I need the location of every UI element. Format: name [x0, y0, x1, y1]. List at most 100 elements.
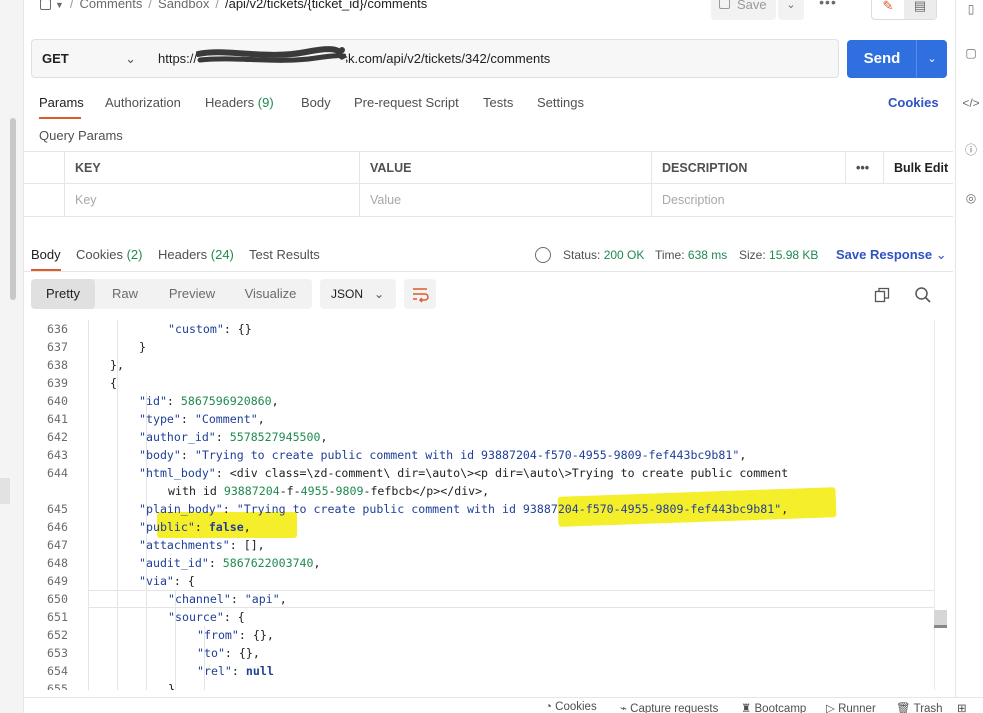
- save-response-button[interactable]: Save Response ⌄: [836, 247, 947, 263]
- breadcrumb-collection[interactable]: Comments: [80, 0, 143, 11]
- chevron-down-icon: ⌄: [373, 287, 384, 301]
- column-options-button[interactable]: •••: [846, 152, 884, 184]
- response-tab-cookies-count: (2): [126, 247, 143, 262]
- code-text: "via": {: [139, 574, 195, 588]
- comment-icon[interactable]: ▤: [904, 0, 936, 19]
- wrap-lines-icon: [413, 288, 429, 303]
- time-value: 638 ms: [687, 248, 728, 262]
- code-line: with id 93887204-f-4955-9809-fefbcb</p><…: [24, 482, 934, 500]
- line-number: 641: [47, 412, 68, 426]
- code-icon[interactable]: </>: [962, 94, 980, 112]
- value-input[interactable]: Value: [360, 184, 652, 216]
- line-number: 640: [47, 394, 68, 408]
- breadcrumb-folder[interactable]: Sandbox: [158, 0, 209, 11]
- chevron-down-icon[interactable]: ▼: [55, 0, 64, 10]
- size-label: Size:: [739, 248, 766, 262]
- query-params-table: KEY VALUE DESCRIPTION ••• Bulk Edit Key …: [24, 151, 953, 217]
- code-text: {: [110, 376, 117, 390]
- chevron-down-icon: ⌄: [935, 247, 947, 262]
- code-text: }: [168, 682, 175, 690]
- line-number: 651: [47, 610, 68, 624]
- tab-body[interactable]: Body: [301, 95, 331, 110]
- view-pretty[interactable]: Pretty: [31, 279, 95, 309]
- send-button[interactable]: Send: [847, 40, 917, 78]
- statusbar-trash[interactable]: 🗑 Trash: [896, 701, 943, 713]
- editor-scrollbar-thumb[interactable]: [934, 610, 947, 628]
- status-value: 200 OK: [603, 248, 645, 262]
- statusbar-capture[interactable]: ⌁ Capture requests: [620, 701, 718, 713]
- tab-headers-count: (9): [257, 95, 274, 110]
- tab-authorization[interactable]: Authorization: [105, 95, 181, 110]
- breadcrumb-request[interactable]: /api/v2/tickets/{ticket_id}/comments: [225, 0, 427, 11]
- statusbar-cookies[interactable]: ◔ Cookies: [545, 701, 597, 713]
- save-options-button[interactable]: ⌄: [778, 0, 804, 20]
- table-row: Key Value Description: [24, 184, 953, 216]
- code-line: 647 "attachments": [],: [24, 536, 934, 554]
- tab-tests[interactable]: Tests: [483, 95, 513, 110]
- code-line: 640 "id": 5867596920860,: [24, 392, 934, 410]
- response-tab-cookies-label: Cookies: [76, 247, 123, 262]
- response-body-editor[interactable]: 636 "custom": {} 637} 638}, 639{640 "id": 586…: [24, 320, 946, 690]
- wrap-lines-button[interactable]: [404, 279, 436, 309]
- code-text: "author_id": 5578527945500,: [139, 430, 328, 444]
- line-number: 638: [47, 358, 68, 372]
- code-line: 654 "rel": null: [24, 662, 934, 680]
- line-number: 642: [47, 430, 68, 444]
- code-line: 637}: [24, 338, 934, 356]
- code-line: 636 "custom": {}: [24, 320, 934, 338]
- cookies-link[interactable]: Cookies: [888, 95, 939, 110]
- copy-icon[interactable]: [874, 287, 890, 303]
- view-mode-segmented: Pretty Raw Preview Visualize: [31, 279, 312, 309]
- code-text: "public": false,: [139, 520, 251, 534]
- left-scrollbar[interactable]: [10, 118, 16, 300]
- view-raw[interactable]: Raw: [95, 279, 155, 309]
- search-icon[interactable]: [914, 286, 932, 304]
- statusbar-runner[interactable]: ▷ Runner: [826, 701, 876, 713]
- response-tab-headers[interactable]: Headers (24): [158, 247, 234, 262]
- format-select[interactable]: JSON ⌄: [320, 279, 396, 309]
- more-actions-button[interactable]: •••: [816, 0, 840, 14]
- response-tab-headers-label: Headers: [158, 247, 208, 262]
- column-key: KEY: [65, 152, 360, 184]
- line-number: 654: [47, 664, 68, 678]
- globe-icon[interactable]: [535, 247, 551, 263]
- statusbar-cookies-label: Cookies: [555, 701, 597, 713]
- tab-headers[interactable]: Headers (9): [205, 95, 274, 110]
- left-gutter: [0, 0, 24, 713]
- lightbulb-icon[interactable]: ◎: [962, 189, 980, 207]
- description-input[interactable]: Description: [652, 184, 953, 216]
- response-tab-body[interactable]: Body: [31, 247, 61, 262]
- view-preview[interactable]: Preview: [155, 279, 229, 309]
- line-number: 636: [47, 322, 68, 336]
- statusbar-bootcamp-label: Bootcamp: [754, 703, 807, 713]
- column-description: DESCRIPTION: [652, 152, 846, 184]
- layout-icon[interactable]: ⊞: [957, 701, 967, 713]
- pencil-icon[interactable]: ✎: [872, 0, 904, 19]
- save-button[interactable]: Save: [711, 0, 776, 20]
- response-time: Time: 638 ms: [655, 248, 727, 262]
- code-line: 638},: [24, 356, 934, 374]
- comments-icon[interactable]: ▢: [962, 44, 980, 62]
- view-visualize[interactable]: Visualize: [229, 279, 312, 309]
- code-line: 643 "body": "Trying to create public comm…: [24, 446, 934, 464]
- documentation-icon[interactable]: ▯: [962, 0, 980, 18]
- code-text: "to": {},: [197, 646, 260, 660]
- info-icon[interactable]: ⓘ: [962, 141, 980, 159]
- response-tab-test-results[interactable]: Test Results: [249, 247, 320, 262]
- tab-params[interactable]: Params: [39, 95, 84, 110]
- response-tab-cookies[interactable]: Cookies (2): [76, 247, 142, 262]
- method-select[interactable]: GET ⌄: [31, 39, 147, 78]
- key-input[interactable]: Key: [65, 184, 360, 216]
- send-options-button[interactable]: ⌄: [916, 40, 947, 78]
- line-number: 649: [47, 574, 68, 588]
- code-text: "body": "Trying to create public comment…: [139, 448, 747, 462]
- tab-prerequest-script[interactable]: Pre-request Script: [354, 95, 459, 110]
- size-value: 15.98 KB: [769, 248, 819, 262]
- breadcrumb: ▼ / Comments / Sandbox //api/v2/tickets/{tick…: [40, 0, 427, 16]
- time-label: Time:: [655, 248, 685, 262]
- tab-settings[interactable]: Settings: [537, 95, 584, 110]
- statusbar-bootcamp[interactable]: ♜ Bootcamp: [741, 701, 806, 713]
- bulk-edit-button[interactable]: Bulk Edit: [884, 152, 953, 184]
- editor-scrollbar[interactable]: [934, 320, 947, 690]
- bootcamp-icon: ♜: [741, 703, 752, 713]
